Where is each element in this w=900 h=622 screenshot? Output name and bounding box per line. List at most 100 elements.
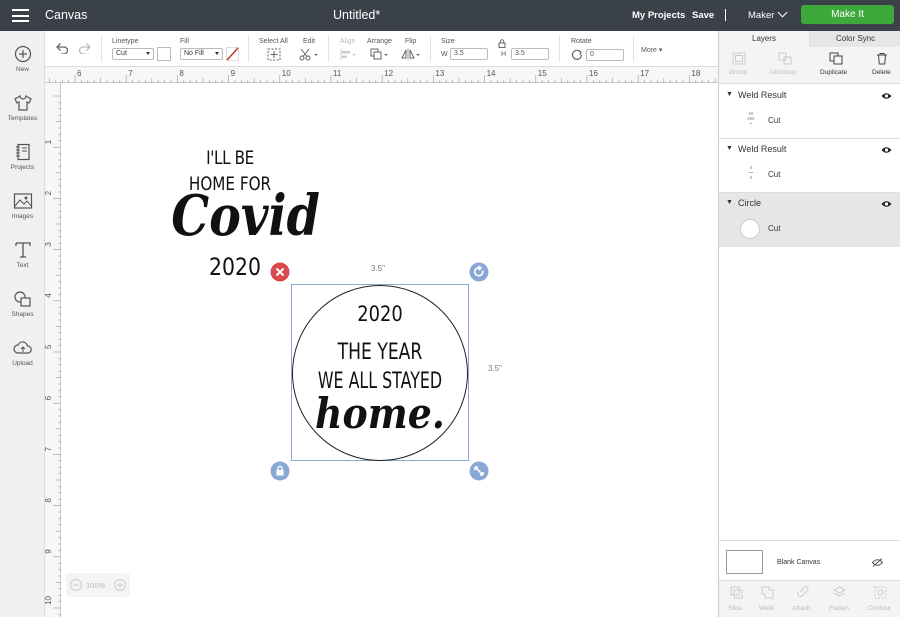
design-home[interactable]: 2020 THE YEAR WE ALL STAYED home. [292,285,468,461]
zoom-out-icon[interactable] [70,579,82,591]
flatten-icon[interactable] [833,586,846,599]
rail-upload[interactable]: Upload [0,339,45,367]
rail-text[interactable]: Text [0,241,45,269]
my-projects-link[interactable]: My Projects [632,10,685,21]
menu-icon[interactable] [12,9,29,22]
rail-templates[interactable]: Templates [0,94,45,122]
width-input[interactable]: 3.5 [450,48,488,60]
rotate-icon[interactable] [571,48,583,60]
linetype-color-swatch[interactable] [157,47,171,61]
machine-selector[interactable]: Maker [748,10,774,21]
ruler-label: 8 [179,69,184,78]
lock-icon[interactable] [498,39,506,48]
visibility-hidden-icon[interactable] [872,558,883,567]
rail-shapes[interactable]: Shapes [0,290,45,318]
make-it-button[interactable]: Make It [801,5,894,24]
layer-type: Cut [768,116,781,125]
rotate-label: Rotate [571,38,592,45]
ruler-label: 6 [77,69,82,78]
rail-projects[interactable]: Projects [0,143,45,171]
height-input[interactable]: 3.5 [511,48,549,60]
ungroup-button[interactable]: UnGroup [770,69,796,76]
toolbar-divider [248,36,249,62]
delete-button[interactable]: Delete [872,69,891,76]
text-t-icon [14,242,31,258]
tshirt-icon [13,94,32,111]
layer-thumbnail [740,219,760,239]
chevron-down-icon[interactable] [777,7,788,18]
expand-caret-icon[interactable]: ▼ [726,91,733,98]
expand-caret-icon[interactable]: ▼ [726,145,733,152]
top-ruler: 6 7 8 9 10 11 12 13 14 15 16 17 18 [45,67,718,83]
duplicate-button[interactable]: Duplicate [820,69,847,76]
weld-icon[interactable] [761,586,774,599]
rotate-input[interactable]: 0 [586,49,624,61]
flip-label: Flip [405,38,417,45]
rail-new[interactable]: New [0,45,45,73]
visibility-eye-icon[interactable] [881,200,892,208]
trash-icon[interactable] [876,52,888,65]
ruler-label: 12 [384,69,393,78]
group-button[interactable]: Group [729,69,747,76]
ruler-label: 7 [45,446,53,451]
toolbar-divider [633,36,634,62]
rail-new-label: New [15,66,29,73]
rail-images-label: Images [11,213,34,220]
rail-images[interactable]: Images [0,192,45,220]
attach-paperclip-icon[interactable] [796,586,809,599]
redo-icon[interactable] [78,42,92,54]
left-ruler: 1 2 3 4 5 6 7 8 9 10 [44,83,61,617]
ruler-label: 11 [333,69,342,78]
expand-caret-icon[interactable]: ▼ [726,199,733,206]
attach-button[interactable]: Attach [792,605,810,612]
image-icon [13,193,32,209]
layer-row-selected[interactable]: ▼ Circle Cut [719,193,900,247]
zoom-in-icon[interactable] [114,579,126,591]
design2-line4: home. [315,389,445,438]
arrange-icon[interactable] [370,48,390,61]
toolbar-divider [430,36,431,62]
slice-icon[interactable] [730,586,743,599]
select-all-icon[interactable] [267,48,281,61]
ruler-label: 16 [589,69,598,78]
duplicate-icon[interactable] [829,52,843,65]
ungroup-icon[interactable] [778,52,792,65]
slice-button[interactable]: Slice [728,605,742,612]
save-link[interactable]: Save [692,10,714,21]
flatten-button[interactable]: Flatten [829,605,849,612]
scissors-icon[interactable] [299,48,319,61]
rail-projects-label: Projects [10,164,35,171]
ruler-label: 9 [231,69,236,78]
visibility-eye-icon[interactable] [881,92,892,100]
ruler-label: 14 [487,69,496,78]
layer-row[interactable]: ▼ Weld Result ≡≡ ≡≡≡ ~ Cut [719,85,900,139]
more-label: More [641,47,657,54]
linetype-select[interactable]: Cut [112,48,154,60]
group-icon[interactable] [732,52,746,65]
undo-icon[interactable] [55,42,69,54]
fill-select[interactable]: No Fill [180,48,223,60]
delete-handle-icon[interactable] [270,262,290,282]
ruler-label: 7 [128,69,133,78]
align-icon[interactable] [339,48,357,61]
layer-row[interactable]: ▼ Weld Result ≡ ~~ ≡ Cut [719,139,900,193]
ruler-label: 1 [45,139,53,144]
weld-button[interactable]: Weld [759,605,774,612]
height-label: H [501,51,507,58]
flip-icon[interactable] [401,48,421,61]
more-menu[interactable]: More ▾ [641,46,662,54]
lock-handle-icon[interactable] [270,461,290,481]
ruler-label: 18 [691,69,700,78]
zoom-control: 100% [66,573,130,597]
ruler-label: 4 [45,293,53,298]
contour-button[interactable]: Contour [868,605,891,612]
resize-handle-icon[interactable] [469,461,489,481]
tab-color-sync[interactable]: Color Sync [836,34,875,43]
rotate-handle-icon[interactable] [469,262,489,282]
no-fill-swatch-icon[interactable] [226,47,239,61]
contour-icon[interactable] [874,586,887,599]
blank-canvas-swatch[interactable] [726,550,763,574]
shapes-icon [13,291,31,307]
visibility-eye-icon[interactable] [881,146,892,154]
blank-canvas-row[interactable]: Blank Canvas [719,540,900,580]
